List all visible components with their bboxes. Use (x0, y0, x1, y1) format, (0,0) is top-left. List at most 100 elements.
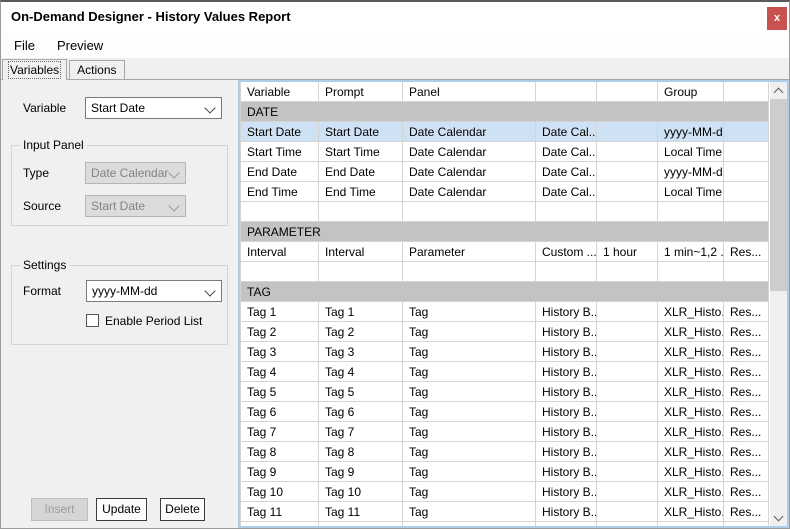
table-cell[interactable] (319, 202, 403, 222)
table-cell[interactable] (724, 202, 769, 222)
table-row[interactable]: Interval Interval Parameter Custom ... 1 hou… (241, 242, 770, 262)
table-cell[interactable]: Tag 4 (241, 362, 319, 382)
table-cell[interactable]: Tag (403, 382, 536, 402)
table-cell[interactable]: Res... (724, 322, 769, 342)
table-cell[interactable]: Tag 10 (319, 482, 403, 502)
table-cell[interactable] (597, 262, 658, 282)
table-cell[interactable] (597, 482, 658, 502)
table-cell[interactable]: Res... (724, 522, 769, 526)
column-header[interactable] (724, 82, 769, 102)
delete-button[interactable]: Delete (160, 498, 205, 521)
table-cell[interactable]: Tag (403, 422, 536, 442)
table-cell[interactable] (536, 262, 597, 282)
table-cell[interactable]: Tag 5 (319, 382, 403, 402)
table-cell[interactable]: History B... (536, 302, 597, 322)
table-cell[interactable]: Date Calendar (403, 122, 536, 142)
table-cell[interactable]: XLR_Histo... (658, 522, 724, 526)
table-cell[interactable]: Tag 11 (241, 502, 319, 522)
table-cell[interactable]: XLR_Histo... (658, 482, 724, 502)
table-cell[interactable] (597, 382, 658, 402)
table-row[interactable]: Start Time Start Time Date Calendar Date Ca… (241, 142, 770, 162)
table-cell[interactable]: Tag (403, 322, 536, 342)
table-cell[interactable] (724, 162, 769, 182)
table-cell[interactable] (597, 322, 658, 342)
table-cell[interactable]: Tag 8 (319, 442, 403, 462)
table-cell[interactable] (658, 202, 724, 222)
table-cell[interactable]: Tag 4 (319, 362, 403, 382)
table-cell[interactable] (241, 262, 319, 282)
table-row[interactable]: Tag 10Tag 10TagHistory B...XLR_Histo...R… (241, 482, 770, 502)
table-cell[interactable]: Res... (724, 482, 769, 502)
table-row[interactable]: Tag 3Tag 3TagHistory B...XLR_Histo...Res… (241, 342, 770, 362)
table-row[interactable]: Tag 7Tag 7TagHistory B...XLR_Histo...Res… (241, 422, 770, 442)
table-cell[interactable]: Tag (403, 302, 536, 322)
table-cell[interactable]: Date Cal... (536, 182, 597, 202)
table-cell[interactable]: Tag 1 (241, 302, 319, 322)
table-cell[interactable]: Res... (724, 382, 769, 402)
table-cell[interactable]: Date Calendar (403, 182, 536, 202)
table-cell[interactable]: Interval (241, 242, 319, 262)
table-cell[interactable]: Date Cal... (536, 142, 597, 162)
table-cell[interactable]: Start Time (241, 142, 319, 162)
table-cell[interactable] (597, 202, 658, 222)
table-cell[interactable]: Custom ... (536, 242, 597, 262)
table-cell[interactable] (724, 182, 769, 202)
table-cell[interactable]: Tag (403, 342, 536, 362)
table-cell[interactable]: XLR_Histo... (658, 382, 724, 402)
table-cell[interactable]: Res... (724, 462, 769, 482)
table-cell[interactable]: Tag (403, 502, 536, 522)
table-row[interactable] (241, 262, 770, 282)
table-cell[interactable]: Tag (403, 462, 536, 482)
table-cell[interactable]: Res... (724, 302, 769, 322)
scroll-down-button[interactable] (770, 509, 787, 526)
table-cell[interactable] (597, 422, 658, 442)
table-cell[interactable]: History B... (536, 502, 597, 522)
table-row[interactable]: Tag 4Tag 4TagHistory B...XLR_Histo...Res… (241, 362, 770, 382)
table-row[interactable]: Tag 6Tag 6TagHistory B...XLR_Histo...Res… (241, 402, 770, 422)
table-cell[interactable] (536, 202, 597, 222)
table-cell[interactable]: Res... (724, 402, 769, 422)
table-cell[interactable]: Res... (724, 442, 769, 462)
column-header[interactable]: Panel (403, 82, 536, 102)
table-cell[interactable]: XLR_Histo... (658, 462, 724, 482)
table-row[interactable]: Tag 2Tag 2TagHistory B...XLR_Histo...Res… (241, 322, 770, 342)
table-row[interactable] (241, 202, 770, 222)
table-cell[interactable] (597, 142, 658, 162)
table-row[interactable]: Tag 9Tag 9TagHistory B...XLR_Histo...Res… (241, 462, 770, 482)
table-cell[interactable]: Tag (403, 482, 536, 502)
table-cell[interactable]: XLR_Histo... (658, 302, 724, 322)
table-cell[interactable] (319, 262, 403, 282)
table-cell[interactable] (597, 462, 658, 482)
table-cell[interactable]: Date Calendar (403, 162, 536, 182)
column-header[interactable]: Group (658, 82, 724, 102)
table-cell[interactable]: Res... (724, 342, 769, 362)
table-cell[interactable]: End Date (319, 162, 403, 182)
table-cell[interactable]: XLR_Histo... (658, 322, 724, 342)
table-cell[interactable]: Tag 8 (241, 442, 319, 462)
table-cell[interactable]: History B... (536, 342, 597, 362)
table-cell[interactable]: Tag (403, 402, 536, 422)
table-cell[interactable]: Tag (403, 362, 536, 382)
table-cell[interactable]: Tag 7 (319, 422, 403, 442)
table-row[interactable]: Start Date Start Date Date Calendar Date Ca… (241, 122, 770, 142)
table-cell[interactable]: Tag 12 (319, 522, 403, 526)
close-button[interactable]: x (767, 7, 787, 30)
table-cell[interactable]: Tag 9 (241, 462, 319, 482)
format-select[interactable]: yyyy-MM-dd (86, 280, 222, 302)
table-row[interactable]: Tag 8Tag 8TagHistory B...XLR_Histo...Res… (241, 442, 770, 462)
table-cell[interactable]: Tag (403, 522, 536, 526)
table-cell[interactable]: XLR_Histo... (658, 442, 724, 462)
table-cell[interactable] (403, 262, 536, 282)
table-cell[interactable]: Local Time (658, 182, 724, 202)
table-cell[interactable] (724, 122, 769, 142)
table-cell[interactable]: Tag 5 (241, 382, 319, 402)
menu-item-preview[interactable]: Preview (46, 34, 114, 57)
update-button[interactable]: Update (96, 498, 147, 521)
table-row[interactable]: Tag 11Tag 11TagHistory B...XLR_Histo...R… (241, 502, 770, 522)
vertical-scrollbar[interactable] (770, 82, 787, 526)
scrollbar-thumb[interactable] (770, 99, 787, 291)
table-cell[interactable] (597, 402, 658, 422)
table-cell[interactable]: Parameter (403, 242, 536, 262)
table-cell[interactable]: Local Time (658, 142, 724, 162)
table-cell[interactable] (597, 162, 658, 182)
